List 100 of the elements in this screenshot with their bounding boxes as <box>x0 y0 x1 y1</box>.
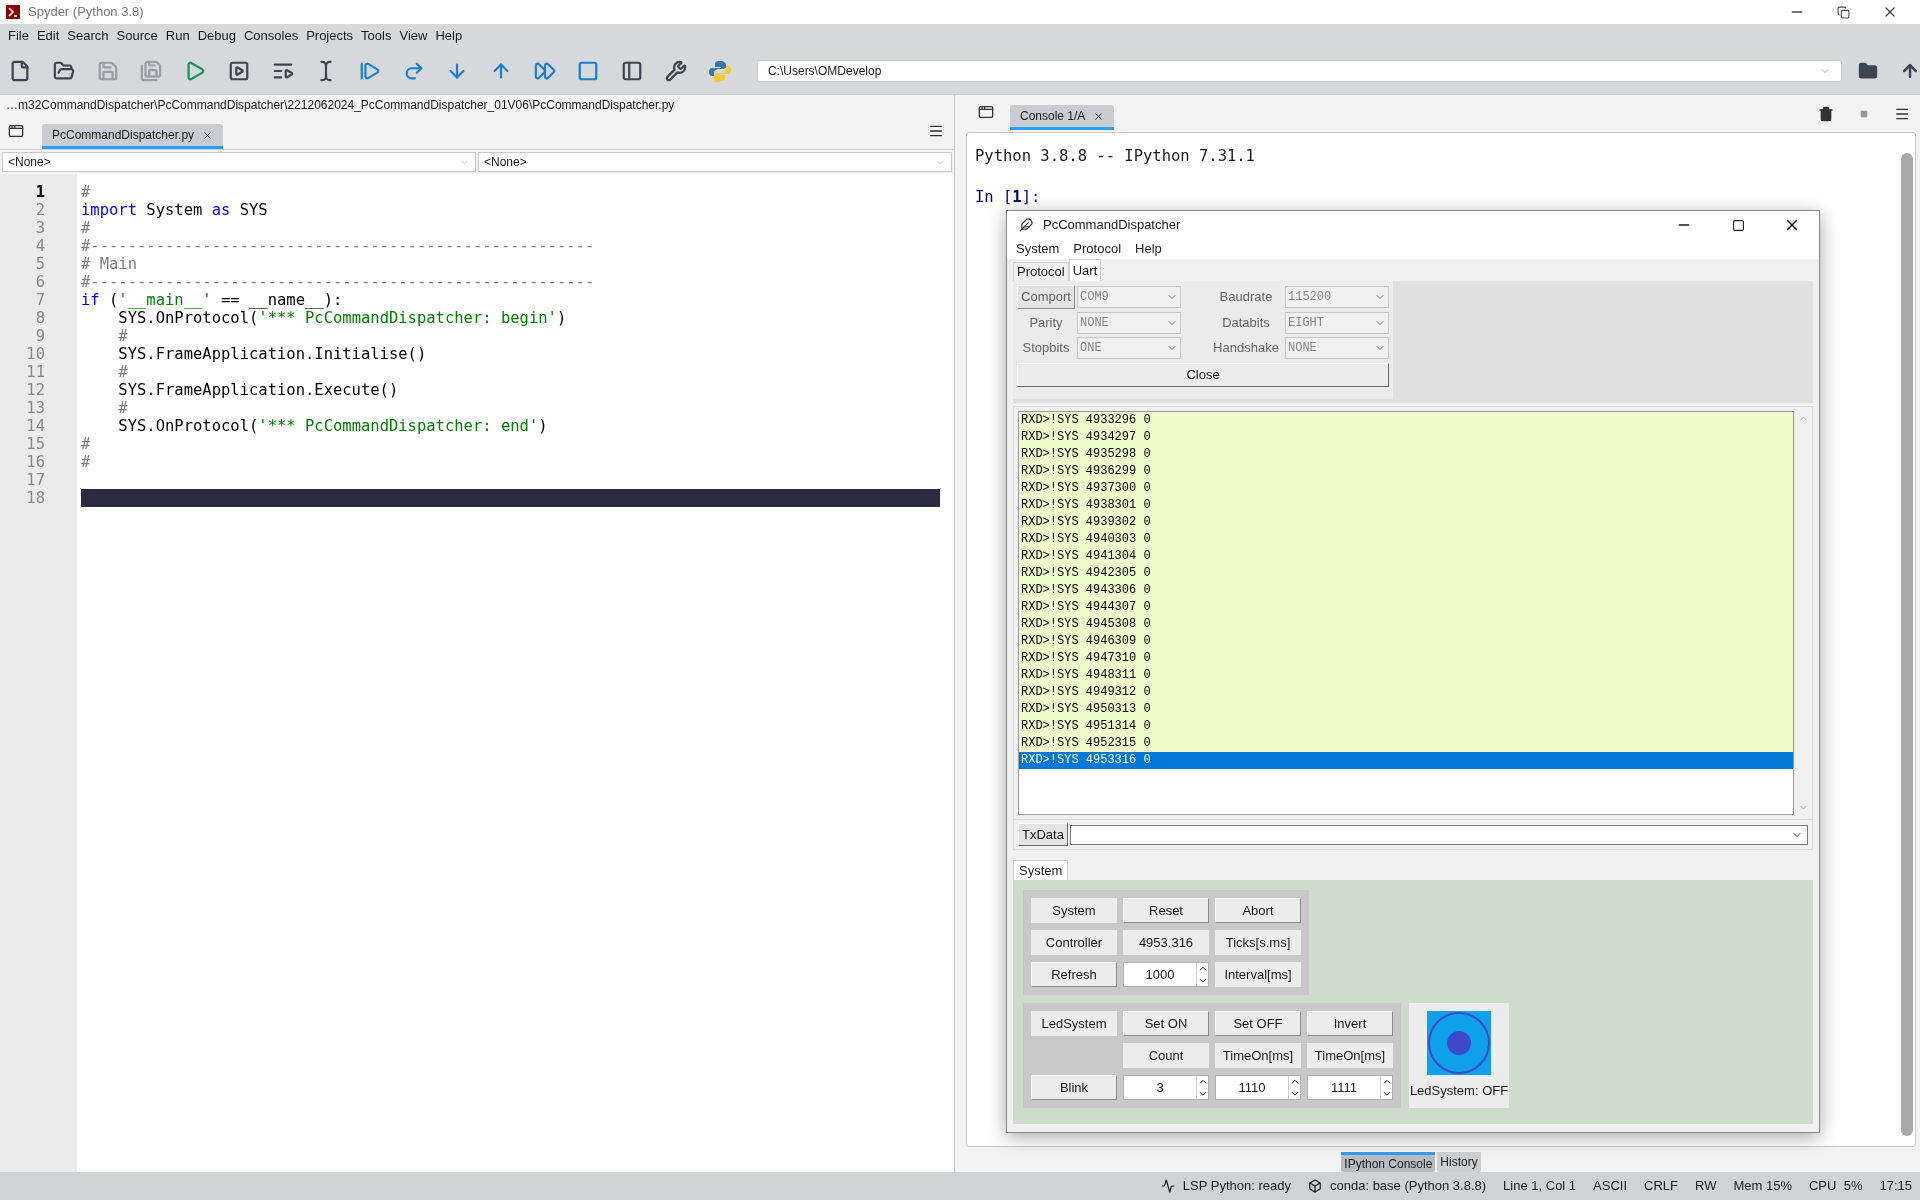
scrollbar[interactable] <box>1901 153 1913 1136</box>
log-row[interactable]: RXD>!SYS 4937300 0 <box>1019 480 1793 497</box>
dialog-tab[interactable]: System <box>1013 860 1069 880</box>
code-line: # <box>81 219 91 237</box>
log-row[interactable]: RXD>!SYS 4941304 0 <box>1019 548 1793 565</box>
run-cell-advance-icon <box>271 60 294 82</box>
menu-item[interactable]: Projects <box>302 26 358 46</box>
maximize-pane-icon <box>621 60 644 82</box>
panel-button[interactable]: Blink <box>1031 1075 1117 1100</box>
stop-icon[interactable] <box>1860 110 1868 118</box>
line-number: 13 <box>26 399 45 417</box>
log-row[interactable]: RXD>!SYS 4953316 0 <box>1019 752 1793 769</box>
menu-item[interactable]: Tools <box>357 26 396 46</box>
log-row[interactable]: RXD>!SYS 4942305 0 <box>1019 565 1793 582</box>
code-line: #------------------------------------------------------ <box>81 273 595 291</box>
working-directory-field[interactable]: C:\Users\OMDevelop <box>756 60 1842 82</box>
log-row[interactable]: RXD>!SYS 4935298 0 <box>1019 446 1793 463</box>
close-button[interactable]: Close <box>1017 363 1389 387</box>
log-row[interactable]: RXD>!SYS 4947310 0 <box>1019 650 1793 667</box>
log-row[interactable]: RXD>!SYS 4950313 0 <box>1019 701 1793 718</box>
log-row[interactable]: RXD>!SYS 4949312 0 <box>1019 684 1793 701</box>
panel-button[interactable]: Set ON <box>1123 1011 1209 1036</box>
log-row[interactable]: RXD>!SYS 4939302 0 <box>1019 514 1793 531</box>
save-all-icon <box>140 60 163 82</box>
spin-field[interactable]: 1110 <box>1215 1075 1301 1100</box>
menu-item[interactable]: Consoles <box>239 26 303 46</box>
run-cell-icon <box>227 60 250 82</box>
pane-icon[interactable] <box>978 104 994 120</box>
log-row[interactable]: RXD>!SYS 4940303 0 <box>1019 531 1793 548</box>
restore-icon[interactable] <box>1837 6 1850 19</box>
panel-label: Controller <box>1031 930 1117 955</box>
status-item: Line 1, Col 1 <box>1503 1177 1577 1196</box>
menu-item[interactable]: Run <box>161 26 194 46</box>
log-row[interactable]: RXD>!SYS 4938301 0 <box>1019 497 1793 514</box>
menu-item[interactable]: Help <box>431 26 467 46</box>
run-icon <box>184 60 207 82</box>
spin-field[interactable]: 3 <box>1123 1075 1209 1100</box>
editor-tab[interactable]: PcCommandDispatcher.py <box>42 124 224 149</box>
line-number: 3 <box>35 219 45 237</box>
browse-folder-icon[interactable] <box>1857 61 1878 81</box>
menu-item[interactable]: Edit <box>32 26 64 46</box>
code-line: # <box>81 453 91 471</box>
panel-label: System <box>1031 898 1117 923</box>
txdata-button[interactable]: TxData <box>1018 823 1068 846</box>
spin-field[interactable]: 1000 <box>1123 962 1209 987</box>
txdata-field[interactable] <box>1069 824 1808 845</box>
panel-button[interactable]: Set OFF <box>1215 1011 1301 1036</box>
close-tab-icon[interactable] <box>202 129 214 141</box>
maximize-icon[interactable] <box>1732 218 1745 232</box>
line-number: 14 <box>26 417 45 435</box>
log-row[interactable]: RXD>!SYS 4934297 0 <box>1019 429 1793 446</box>
log-row[interactable]: RXD>!SYS 4952315 0 <box>1019 735 1793 752</box>
console-tab[interactable]: Console 1/A <box>1010 105 1115 130</box>
panel-button[interactable]: Reset <box>1123 898 1209 923</box>
code-line: SYS.OnProtocol('*** PcCommandDispatcher: end') <box>117 417 548 435</box>
log-row[interactable]: RXD>!SYS 4946309 0 <box>1019 633 1793 650</box>
class-selector[interactable]: <None> <box>2 152 476 172</box>
options-menu-icon[interactable] <box>1894 106 1910 122</box>
continue-icon <box>533 60 556 82</box>
code-line: SYS.FrameApplication.Execute() <box>117 381 399 399</box>
menu-item[interactable]: Source <box>112 26 162 46</box>
dialog-tab[interactable]: Uart <box>1068 259 1102 281</box>
log-row[interactable]: RXD>!SYS 4948311 0 <box>1019 667 1793 684</box>
options-menu-icon[interactable] <box>928 123 944 139</box>
panel-label: LedSystem <box>1031 1011 1117 1036</box>
menu-item[interactable]: System <box>1011 239 1065 259</box>
status-item: CRLF <box>1644 1177 1678 1196</box>
line-number: 10 <box>26 345 45 363</box>
line-number: 15 <box>26 435 45 453</box>
close-tab-icon[interactable] <box>1093 110 1105 122</box>
field-label: Databits <box>1221 314 1271 333</box>
pane-tab[interactable]: IPython Console <box>1341 1152 1436 1172</box>
line-number: 5 <box>35 255 45 273</box>
menu-item[interactable]: Debug <box>193 26 240 46</box>
log-row[interactable]: RXD>!SYS 4936299 0 <box>1019 463 1793 480</box>
panel-button[interactable]: Abort <box>1215 898 1301 923</box>
menu-item[interactable]: Help <box>1130 239 1167 259</box>
code-line: # Main <box>81 255 137 273</box>
log-row[interactable]: RXD>!SYS 4944307 0 <box>1019 599 1793 616</box>
trash-icon[interactable] <box>1818 106 1834 122</box>
menu-item[interactable]: File <box>4 26 33 46</box>
line-number: 8 <box>35 309 45 327</box>
panel-button[interactable]: Refresh <box>1031 962 1117 987</box>
menu-item[interactable]: Protocol <box>1068 239 1127 259</box>
menu-item[interactable]: Search <box>63 26 113 46</box>
pane-icon[interactable] <box>8 123 24 139</box>
log-row[interactable]: RXD>!SYS 4951314 0 <box>1019 718 1793 735</box>
code-line: import System as SYS <box>81 201 268 219</box>
line-number: 12 <box>26 381 45 399</box>
code-line: # <box>117 363 128 381</box>
spin-field[interactable]: 1111 <box>1307 1075 1393 1100</box>
function-selector[interactable]: <None> <box>478 152 952 172</box>
log-row[interactable]: RXD>!SYS 4933296 0 <box>1019 412 1793 429</box>
menu-item[interactable]: View <box>395 26 432 46</box>
panel-label: TimeOn[ms] <box>1215 1043 1301 1068</box>
log-row[interactable]: RXD>!SYS 4945308 0 <box>1019 616 1793 633</box>
log-row[interactable]: RXD>!SYS 4943306 0 <box>1019 582 1793 599</box>
dialog-tab[interactable]: Protocol <box>1013 262 1069 281</box>
panel-button[interactable]: Invert <box>1307 1011 1393 1036</box>
pane-tab[interactable]: History <box>1437 1152 1481 1172</box>
